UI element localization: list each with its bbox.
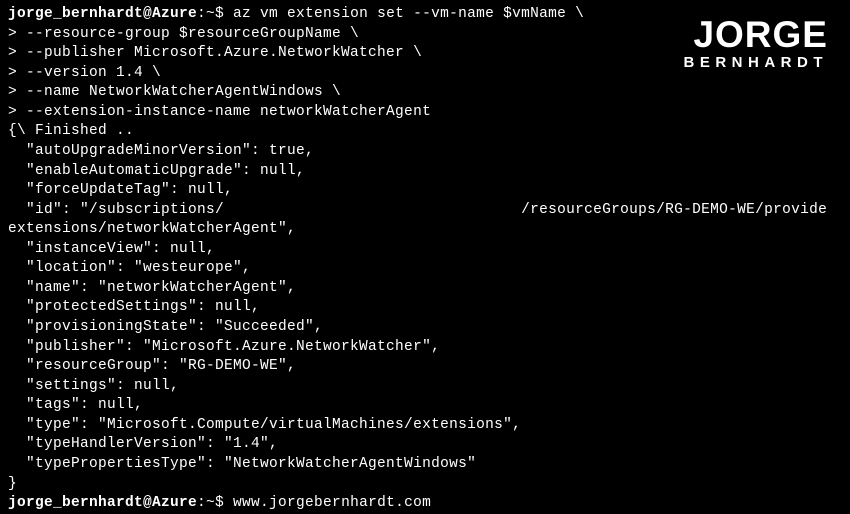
output-line: "typeHandlerVersion": "1.4",	[8, 436, 278, 452]
command-line-2: www.jorgebernhardt.com	[233, 495, 431, 511]
output-line: "location": "westeurope",	[8, 260, 251, 276]
output-line: "autoUpgradeMinorVersion": true,	[8, 143, 314, 159]
output-line: "forceUpdateTag": null,	[8, 182, 233, 198]
output-line: "instanceView": null,	[8, 241, 215, 257]
output-line: "id": "/subscriptions/ /resourceGroups/R…	[8, 202, 827, 218]
logo-sub-text: BERNHARDT	[684, 53, 829, 73]
output-line: extensions/networkWatcherAgent",	[8, 221, 296, 237]
output-line: "settings": null,	[8, 378, 179, 394]
continuation-line: > --name NetworkWatcherAgentWindows \	[8, 84, 341, 100]
output-line: "provisioningState": "Succeeded",	[8, 319, 323, 335]
continuation-line: > --version 1.4 \	[8, 65, 161, 81]
output-line: "typePropertiesType": "NetworkWatcherAge…	[8, 456, 476, 472]
terminal-output[interactable]: jorge_bernhardt@Azure:~$ az vm extension…	[8, 5, 842, 514]
continuation-line: > --extension-instance-name networkWatch…	[8, 104, 431, 120]
prompt-user-host: jorge_bernhardt@Azure	[8, 495, 197, 511]
output-line: "protectedSettings": null,	[8, 299, 260, 315]
output-line: "tags": null,	[8, 397, 143, 413]
output-line: }	[8, 476, 17, 492]
brand-logo: JORGE BERNHARDT	[684, 18, 829, 74]
prompt-sep: :~$	[197, 495, 233, 511]
continuation-line: > --resource-group $resourceGroupName \	[8, 26, 359, 42]
output-line: "type": "Microsoft.Compute/virtualMachin…	[8, 417, 521, 433]
output-line: {\ Finished ..	[8, 123, 134, 139]
output-line: "name": "networkWatcherAgent",	[8, 280, 296, 296]
output-line: "enableAutomaticUpgrade": null,	[8, 163, 305, 179]
continuation-line: > --publisher Microsoft.Azure.NetworkWat…	[8, 45, 422, 61]
command-line-1: az vm extension set --vm-name $vmName \	[233, 6, 584, 22]
output-line: "resourceGroup": "RG-DEMO-WE",	[8, 358, 296, 374]
logo-main-text: JORGE	[684, 18, 829, 51]
output-line: "publisher": "Microsoft.Azure.NetworkWat…	[8, 339, 440, 355]
prompt-sep: :~$	[197, 6, 233, 22]
prompt-user-host: jorge_bernhardt@Azure	[8, 6, 197, 22]
